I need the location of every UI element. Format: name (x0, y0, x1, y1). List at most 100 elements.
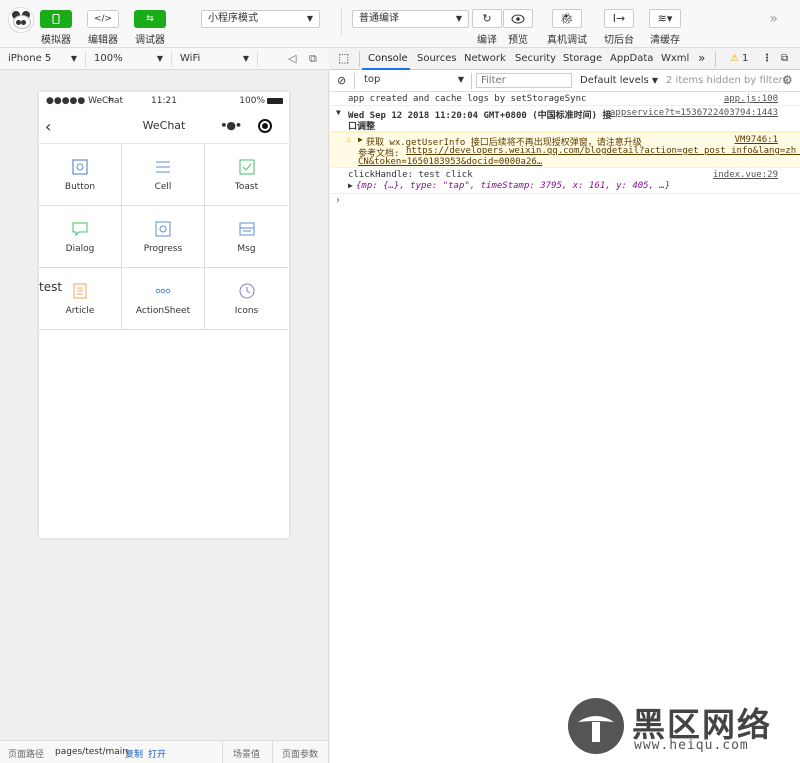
log-source-link[interactable]: index.vue:29 (713, 170, 778, 180)
grid-item-icons[interactable]: Icons (205, 268, 288, 330)
bug-icon: 🐞︎ (560, 12, 574, 25)
warning-doc-link-cont[interactable]: CN&token=1650183953&docid=0000a26… (358, 157, 542, 167)
article-icon (71, 282, 89, 300)
expand-triangle-icon[interactable]: ▼ (336, 108, 341, 117)
log-levels-select[interactable]: Default levels ▼ (580, 75, 658, 86)
grid-item-toast[interactable]: Toast (205, 144, 288, 206)
caret-down-icon: ▼ (306, 14, 313, 23)
grid-item-dialog[interactable]: Dialog (39, 206, 122, 268)
log-object[interactable]: {mp: {…}, type: "tap", timeStamp: 3795, … (356, 181, 670, 191)
open-path-link[interactable]: 打开 (148, 747, 166, 760)
menu-dots-icon[interactable]: •●• (220, 119, 242, 132)
grid-item-label: Article (65, 305, 95, 316)
actionsheet-icon (154, 282, 172, 300)
page-path-value: pages/test/main (55, 747, 129, 757)
compile-mode-select[interactable]: 普通编译 ▼ (352, 10, 469, 28)
caret-down-icon: ▼ (156, 54, 163, 63)
simulator-footer: 页面路径 pages/test/main 复制 打开 场景值 页面参数 (0, 740, 329, 763)
watermark-logo-icon (568, 698, 624, 754)
code-icon: </> (93, 14, 113, 24)
site-watermark: 黑区网络 www.heiqu.com (566, 696, 786, 756)
tab-divider (359, 51, 360, 67)
devtools-tab-bar: ⬚ Console Sources Network Security Stora… (330, 48, 800, 70)
toolbar-divider (341, 8, 342, 36)
grid-item-button[interactable]: Button (39, 144, 122, 206)
tab-sources[interactable]: Sources (417, 53, 457, 64)
tab-wxml[interactable]: Wxml (661, 53, 689, 64)
inspect-element-icon[interactable]: ⬚ (338, 51, 349, 65)
clear-cache-button[interactable]: ≋▾ (649, 9, 681, 28)
tab-network[interactable]: Network (464, 53, 506, 64)
network-value: WiFi (180, 53, 201, 64)
device-value: iPhone 5 (8, 53, 52, 64)
console-prompt[interactable]: › (330, 194, 800, 208)
capsule-close-icon[interactable] (258, 119, 272, 133)
nav-title: WeChat (142, 119, 186, 132)
log-source-link[interactable]: app.js:100 (724, 94, 778, 104)
expand-triangle-icon[interactable]: ▶ (358, 135, 363, 144)
tab-storage[interactable]: Storage (563, 53, 602, 64)
tab-appdata[interactable]: AppData (610, 53, 653, 64)
console-log-row: clickHandle: test click index.vue:29 ▶ {… (330, 168, 800, 194)
settings-gear-icon[interactable]: ⚙ (782, 73, 793, 87)
grid-item-label: Cell (154, 181, 172, 192)
grid-item-msg[interactable]: Msg (205, 206, 288, 268)
undock-icon[interactable]: ⧉ (781, 53, 788, 64)
grid-item-cell[interactable]: Cell (122, 144, 205, 206)
device-select[interactable]: iPhone 5 ▼ (0, 51, 86, 67)
expand-triangle-icon[interactable]: ▶ (348, 181, 353, 190)
copy-path-link[interactable]: 复制 (125, 747, 143, 760)
grid-item-actionsheet[interactable]: ActionSheet (122, 268, 205, 330)
footer-divider (222, 741, 223, 763)
clear-console-icon[interactable]: ⊘ (337, 74, 346, 87)
debugger-toggle-button[interactable]: ⇆ (134, 10, 166, 28)
log-source-link[interactable]: VM9746:1 (735, 135, 778, 145)
page-path-label: 页面路径 (8, 750, 45, 760)
zoom-select[interactable]: 100% ▼ (86, 51, 172, 67)
test-text[interactable]: test (39, 280, 62, 294)
more-tabs-chevron-icon[interactable]: » (698, 51, 705, 65)
preview-label: 预览 (508, 35, 528, 46)
detach-window-icon[interactable]: ⧉ (309, 52, 317, 66)
filter-divider (354, 73, 355, 89)
kebab-menu-icon[interactable]: ⋮ (762, 53, 772, 64)
preview-button[interactable] (503, 9, 533, 28)
console-filter-input[interactable] (476, 73, 572, 88)
log-source-link[interactable]: appservice?t=1536722403794:1443 (610, 108, 778, 118)
dialog-icon (71, 220, 89, 238)
grid-item-progress[interactable]: Progress (122, 206, 205, 268)
progress-icon (154, 220, 172, 238)
scene-value-button[interactable]: 场景值 (233, 747, 260, 760)
mode-select[interactable]: 小程序模式 ▼ (201, 10, 320, 28)
page-params-button[interactable]: 页面参数 (282, 747, 318, 760)
avatar-eye-icon (21, 20, 26, 25)
layers-icon: ≋▾ (657, 12, 673, 25)
caret-down-icon: ▼ (242, 54, 249, 63)
user-avatar[interactable] (8, 7, 34, 33)
switch-background-icon: I→ (612, 12, 626, 25)
simulator-area: ●●●●● WeChat ≈ 11:21 100% ‹ WeChat •●• B… (0, 70, 329, 740)
refresh-icon: ↻ (482, 12, 492, 25)
warning-triangle-icon[interactable]: ⚠ (730, 53, 739, 64)
simulator-toggle-button[interactable] (40, 10, 72, 28)
background-button[interactable]: I→ (604, 9, 634, 28)
compile-button[interactable]: ↻ (472, 9, 502, 28)
warning-doc-link[interactable]: https://developers.weixin.qq.com/blogdet… (406, 146, 800, 156)
context-select[interactable]: top ▼ (360, 73, 468, 88)
remote-debug-button[interactable]: 🐞︎ (552, 9, 582, 28)
network-select[interactable]: WiFi ▼ (172, 51, 258, 67)
icons-icon (238, 282, 256, 300)
log-message: Wed Sep 12 2018 11:20:04 GMT+0800 (中国标准时… (348, 111, 612, 121)
volume-icon[interactable]: ◁ (288, 52, 296, 65)
grid-item-label: Button (64, 181, 96, 192)
background-label: 切后台 (604, 35, 634, 46)
console-filter-bar: ⊘ top ▼ Default levels ▼ 2 items hidden … (330, 70, 800, 92)
editor-toggle-button[interactable]: </> (87, 10, 119, 28)
tab-security[interactable]: Security (515, 53, 556, 64)
cell-icon (154, 158, 172, 176)
tab-console[interactable]: Console (368, 53, 408, 64)
zoom-value: 100% (94, 53, 123, 64)
more-chevron-icon[interactable]: » (769, 11, 778, 27)
log-levels-value: Default levels (580, 75, 649, 86)
grid-item-article[interactable]: Article (39, 268, 122, 330)
